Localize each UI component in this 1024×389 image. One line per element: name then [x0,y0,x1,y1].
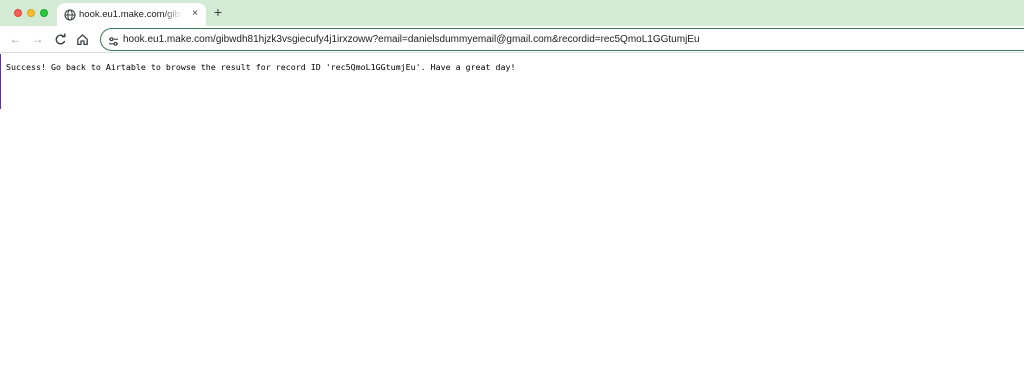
address-bar[interactable]: hook.eu1.make.com/gibwdh81hjzk3vsgiecufy… [100,28,1024,51]
new-tab-button[interactable]: + [210,4,226,20]
arrow-right-icon: → [31,32,44,46]
window-minimize-button[interactable] [27,9,35,17]
tune-icon[interactable] [108,34,119,46]
close-icon[interactable]: × [188,7,202,21]
window-close-button[interactable] [14,9,22,17]
browser-tab[interactable]: hook.eu1.make.com/gibwdh81hjzk3vsgiecufy… [57,3,206,26]
forward-button[interactable]: → [30,32,45,47]
page-edge-accent [0,54,1,109]
home-icon [75,32,90,47]
tab-title: hook.eu1.make.com/gibwdh81hjzk3vsgiecufy… [79,9,182,20]
reload-button[interactable] [53,32,68,47]
browser-toolbar: ← → hook.eu1.make.com/gibwdh81hjzk3vsgie… [0,26,1024,53]
window-maximize-button[interactable] [40,9,48,17]
globe-icon [64,8,76,21]
url-text[interactable]: hook.eu1.make.com/gibwdh81hjzk3vsgiecufy… [123,33,700,47]
home-button[interactable] [75,32,90,47]
tab-strip: hook.eu1.make.com/gibwdh81hjzk3vsgiecufy… [0,0,1024,26]
arrow-left-icon: ← [9,32,22,46]
reload-icon [53,32,68,47]
back-button[interactable]: ← [8,32,23,47]
success-message: Success! Go back to Airtable to browse t… [6,62,516,72]
